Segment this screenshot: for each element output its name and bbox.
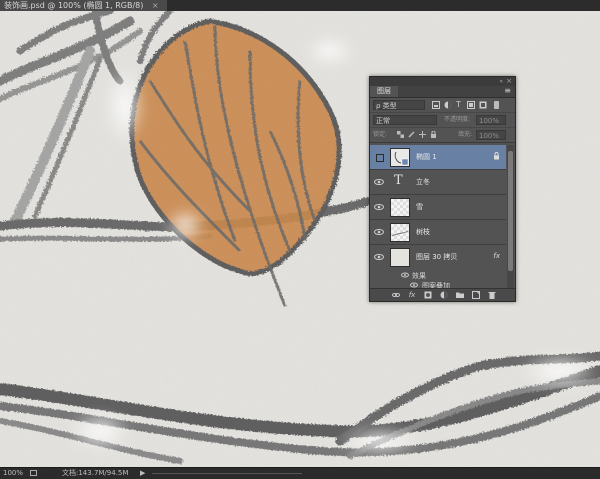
layer-name: 图层 30 拷贝 bbox=[416, 253, 458, 261]
close-icon[interactable]: × bbox=[152, 1, 159, 10]
mask-icon[interactable] bbox=[424, 291, 432, 299]
status-bar: 100% 文档:143.7M/94.5M ▶ bbox=[0, 467, 600, 479]
layer-name: 椭圆 1 bbox=[416, 153, 437, 161]
tab-layers[interactable]: 图层 bbox=[370, 86, 398, 97]
layer-thumbnail bbox=[390, 248, 410, 267]
layer-name: 树枝 bbox=[416, 228, 430, 236]
text-filter-icon[interactable]: T bbox=[456, 101, 464, 109]
collapse-icon[interactable]: « bbox=[499, 77, 503, 86]
scrollbar-thumb[interactable] bbox=[508, 151, 513, 271]
layer-row-text[interactable]: T 立冬 bbox=[370, 170, 506, 195]
link-icon[interactable] bbox=[392, 291, 400, 299]
layers-list: 椭圆 1 T 立冬 雪 树枝 图层 30 拷贝 fx 效果 图案叠加 bbox=[370, 145, 506, 290]
lock-position-icon[interactable] bbox=[419, 131, 426, 138]
layers-panel: « × 图层 ≡ ρ 类型 T 正常 不透明度: 100% 锁定: 填充: 10… bbox=[369, 76, 516, 302]
layer-name: 雪 bbox=[416, 203, 423, 211]
eye-icon[interactable] bbox=[374, 203, 384, 211]
panel-title-strip[interactable]: « × bbox=[370, 77, 515, 86]
layer-thumbnail bbox=[390, 198, 410, 217]
status-menu-arrow[interactable]: ▶ bbox=[140, 468, 145, 479]
smart-object-filter-icon[interactable] bbox=[479, 101, 487, 109]
document-tab-title: 装饰画.psd @ 100% (椭圆 1, RGB/8) bbox=[4, 1, 144, 10]
status-scrollbar-track[interactable] bbox=[152, 473, 302, 474]
adjustment-filter-icon[interactable] bbox=[444, 101, 452, 109]
layer-thumbnail bbox=[390, 223, 410, 242]
eye-icon[interactable] bbox=[374, 228, 384, 236]
filter-kind-dropdown[interactable]: ρ 类型 bbox=[373, 100, 425, 110]
visibility-toggle[interactable] bbox=[376, 154, 384, 162]
layer-row-branch[interactable]: 树枝 bbox=[370, 220, 506, 245]
lock-paint-icon[interactable] bbox=[408, 131, 415, 138]
lock-transparent-icon[interactable] bbox=[397, 131, 404, 138]
fx-icon[interactable]: fx bbox=[493, 252, 500, 260]
folder-icon[interactable] bbox=[456, 291, 464, 299]
close-icon[interactable]: × bbox=[506, 77, 512, 86]
add-style-icon[interactable]: fx bbox=[408, 291, 416, 299]
adjustment-icon[interactable] bbox=[440, 291, 448, 299]
text-layer-icon: T bbox=[394, 173, 403, 188]
opacity-field[interactable]: 100% bbox=[476, 115, 506, 125]
filter-row: ρ 类型 T bbox=[370, 98, 515, 113]
eye-icon[interactable] bbox=[374, 178, 384, 186]
zoom-level[interactable]: 100% bbox=[3, 468, 23, 479]
panel-menu-icon[interactable]: ≡ bbox=[504, 86, 511, 96]
image-filter-icon[interactable] bbox=[432, 101, 440, 109]
lock-row: 锁定: 填充: 100% bbox=[370, 128, 515, 143]
opacity-label: 不透明度: bbox=[444, 116, 471, 123]
layer-row-ellipse[interactable]: 椭圆 1 bbox=[370, 145, 506, 170]
document-tab[interactable]: 装饰画.psd @ 100% (椭圆 1, RGB/8) × bbox=[0, 0, 167, 11]
fill-field[interactable]: 100% bbox=[476, 130, 506, 140]
eye-icon[interactable] bbox=[374, 253, 384, 261]
layer-name: 立冬 bbox=[416, 178, 430, 186]
layer-row-snow[interactable]: 雪 bbox=[370, 195, 506, 220]
filter-toggle-switch[interactable] bbox=[494, 101, 499, 109]
document-info: 文档:143.7M/94.5M bbox=[62, 469, 129, 477]
lock-icon bbox=[493, 152, 500, 162]
new-layer-icon[interactable] bbox=[472, 291, 480, 299]
share-icon[interactable] bbox=[30, 470, 37, 476]
lock-all-icon[interactable] bbox=[430, 130, 437, 138]
shape-filter-icon[interactable] bbox=[467, 101, 475, 109]
layers-scrollbar[interactable] bbox=[507, 145, 514, 290]
panel-tabs: 图层 ≡ bbox=[370, 86, 515, 98]
layer-thumbnail bbox=[390, 148, 410, 167]
eye-icon[interactable] bbox=[401, 272, 409, 280]
trash-icon[interactable] bbox=[488, 291, 496, 299]
blend-row: 正常 不透明度: 100% bbox=[370, 113, 515, 128]
lock-label: 锁定: bbox=[373, 131, 388, 138]
layer-row-background[interactable]: 图层 30 拷贝 fx bbox=[370, 245, 506, 269]
fill-label: 填充: bbox=[458, 131, 473, 138]
blend-mode-dropdown[interactable]: 正常 bbox=[373, 115, 437, 125]
panel-bottom-toolbar: fx bbox=[370, 288, 515, 301]
